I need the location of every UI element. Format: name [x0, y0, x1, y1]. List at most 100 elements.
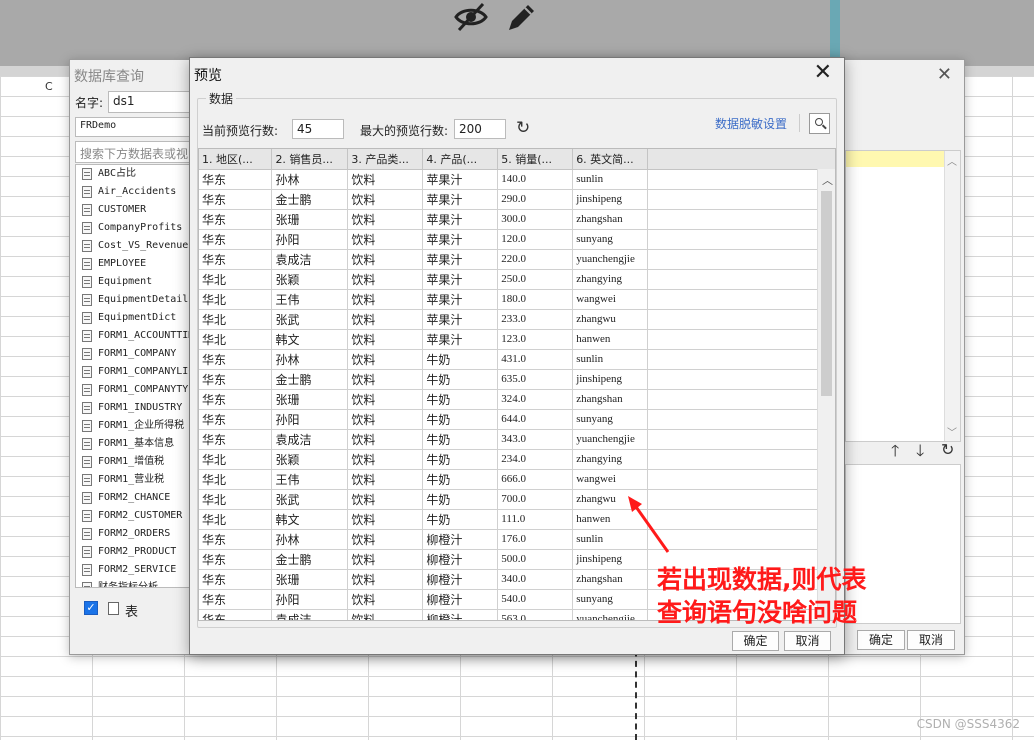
table-cell: 张颖: [271, 449, 349, 470]
table-cell: 华北: [199, 269, 273, 290]
table-cell: 华东: [199, 409, 273, 430]
table-cell: 牛奶: [422, 349, 499, 370]
close-icon[interactable]: ✕: [937, 64, 952, 85]
preview-cancel-button[interactable]: 取消: [784, 631, 831, 651]
table-list-item-label: FORM2_ORDERS: [98, 528, 171, 539]
max-rows-input[interactable]: 200: [454, 119, 506, 139]
annotation-line-2: 查询语句没啥问题: [657, 598, 858, 627]
table-row[interactable]: 华北 王伟 饮料 苹果汁 180.0 wangwei: [199, 289, 835, 310]
column-header[interactable]: 1. 地区(...: [199, 149, 273, 170]
table-row[interactable]: 华东 孙阳 饮料 苹果汁 120.0 sunyang: [199, 229, 835, 250]
table-row[interactable]: 华北 张颖 饮料 牛奶 234.0 zhangying: [199, 449, 835, 470]
table-cell: 韩文: [271, 509, 349, 530]
row-filler: [647, 229, 835, 250]
table-cell: 233.0: [497, 309, 574, 330]
table-cell: 饮料: [347, 389, 424, 410]
table-row[interactable]: 华北 韩文 饮料 苹果汁 123.0 hanwen: [199, 329, 835, 350]
table-cell: 牛奶: [422, 389, 499, 410]
editor-scrollbar[interactable]: ︿ ﹀: [944, 151, 960, 441]
table-cell: 王伟: [271, 469, 349, 490]
cancel-button[interactable]: 取消: [907, 630, 955, 650]
table-cell: 牛奶: [422, 509, 499, 530]
table-cell: 华东: [199, 609, 273, 620]
table-list-item-label: FORM2_SERVICE: [98, 564, 177, 575]
vertical-scrollbar[interactable]: ︿: [817, 169, 835, 620]
table-cell: 300.0: [497, 209, 574, 230]
table-row[interactable]: 华东 孙林 饮料 苹果汁 140.0 sunlin: [199, 169, 835, 190]
row-filler: [647, 409, 835, 430]
table-cell: 袁成洁: [271, 249, 349, 270]
table-icon: [82, 276, 92, 288]
table-row[interactable]: 华东 孙林 饮料 柳橙汁 176.0 sunlin: [199, 529, 835, 550]
refresh-icon[interactable]: ↻: [516, 118, 530, 138]
scrollbar-thumb[interactable]: [821, 191, 832, 396]
chevron-down-icon[interactable]: ﹀: [947, 424, 957, 439]
column-header[interactable]: 4. 产品(...: [422, 149, 499, 170]
pencil-icon[interactable]: [503, 0, 539, 34]
annotation-line-1: 若出现数据,则代表: [657, 565, 867, 594]
table-icon: [82, 294, 92, 306]
table-row[interactable]: 华北 张武 饮料 牛奶 700.0 zhangwu: [199, 489, 835, 510]
table-cell: 苹果汁: [422, 189, 499, 210]
table-checkbox[interactable]: ✓: [84, 601, 98, 615]
table-row[interactable]: 华东 张珊 饮料 苹果汁 300.0 zhangshan: [199, 209, 835, 230]
table-row[interactable]: 华北 张颖 饮料 苹果汁 250.0 zhangying: [199, 269, 835, 290]
table-list-item-label: FORM1_增值税: [98, 456, 165, 467]
current-rows-label: 当前预览行数:: [202, 124, 279, 138]
close-icon[interactable]: ✕: [814, 60, 832, 85]
table-cell: yuanchengjie: [572, 429, 649, 450]
refresh-icon[interactable]: ↻: [941, 440, 954, 459]
table-cell: 张武: [271, 309, 349, 330]
table-cell: wangwei: [572, 289, 649, 310]
table-row[interactable]: 华东 张珊 饮料 牛奶 324.0 zhangshan: [199, 389, 835, 410]
table-list-item-label: FORM1_基本信息: [98, 438, 175, 449]
eye-slash-icon[interactable]: [453, 0, 489, 34]
table-row[interactable]: 华东 金士鹏 饮料 牛奶 635.0 jinshipeng: [199, 369, 835, 390]
arrow-down-icon[interactable]: 🡓: [916, 440, 924, 467]
table-cell: sunlin: [572, 349, 649, 370]
table-cell: 饮料: [347, 609, 424, 620]
table-list-item-label: 财务指标分析: [98, 582, 158, 588]
table-row[interactable]: 华北 张武 饮料 苹果汁 233.0 zhangwu: [199, 309, 835, 330]
preview-ok-button[interactable]: 确定: [732, 631, 779, 651]
table-icon: [82, 402, 92, 414]
row-filler: [647, 209, 835, 230]
current-rows-input[interactable]: 45: [292, 119, 344, 139]
table-row[interactable]: 华东 金士鹏 饮料 苹果汁 290.0 jinshipeng: [199, 189, 835, 210]
data-masking-settings-link[interactable]: 数据脱敏设置: [715, 115, 787, 132]
table-icon: [82, 348, 92, 360]
arrow-up-icon[interactable]: 🡑: [891, 440, 899, 467]
group-title: 数据: [206, 90, 237, 107]
column-header[interactable]: 3. 产品类...: [347, 149, 424, 170]
table-icon: [82, 204, 92, 216]
table-list-item-label: FORM1_企业所得税: [98, 420, 185, 431]
table-row[interactable]: 华北 韩文 饮料 牛奶 111.0 hanwen: [199, 509, 835, 530]
sql-editor[interactable]: ︿ ﹀: [845, 150, 961, 442]
table-cell: 苹果汁: [422, 269, 499, 290]
table-list-item-label: Cost_VS_Revenue: [98, 240, 189, 251]
table-list-item-label: ABC占比: [98, 168, 137, 179]
table-cell: 柳橙汁: [422, 549, 499, 570]
chevron-up-icon[interactable]: ︿: [947, 153, 957, 168]
table-row[interactable]: 华东 孙阳 饮料 牛奶 644.0 sunyang: [199, 409, 835, 430]
column-header[interactable]: 5. 销量(...: [497, 149, 574, 170]
table-row[interactable]: 华东 孙林 饮料 牛奶 431.0 sunlin: [199, 349, 835, 370]
table-row[interactable]: 华东 袁成洁 饮料 苹果汁 220.0 yuanchengjie: [199, 249, 835, 270]
ok-button[interactable]: 确定: [857, 630, 905, 650]
chevron-up-icon[interactable]: ︿: [822, 172, 833, 188]
table-cell: 饮料: [347, 209, 424, 230]
row-filler: [647, 349, 835, 370]
column-header[interactable]: 2. 销售员...: [271, 149, 349, 170]
table-cell: 苹果汁: [422, 169, 499, 190]
table-row[interactable]: 华东 袁成洁 饮料 牛奶 343.0 yuanchengjie: [199, 429, 835, 450]
column-header[interactable]: 6. 英文简...: [572, 149, 649, 170]
table-cell: jinshipeng: [572, 189, 649, 210]
table-cell: zhangshan: [572, 209, 649, 230]
row-filler: [647, 369, 835, 390]
table-cell: 牛奶: [422, 469, 499, 490]
table-icon: [82, 420, 92, 432]
search-icon[interactable]: [809, 113, 830, 134]
data-table: 1. 地区(... 2. 销售员... 3. 产品类... 4. 产品(... 5. 销…: [199, 149, 835, 620]
table-row[interactable]: 华北 王伟 饮料 牛奶 666.0 wangwei: [199, 469, 835, 490]
table-icon: [82, 456, 92, 468]
